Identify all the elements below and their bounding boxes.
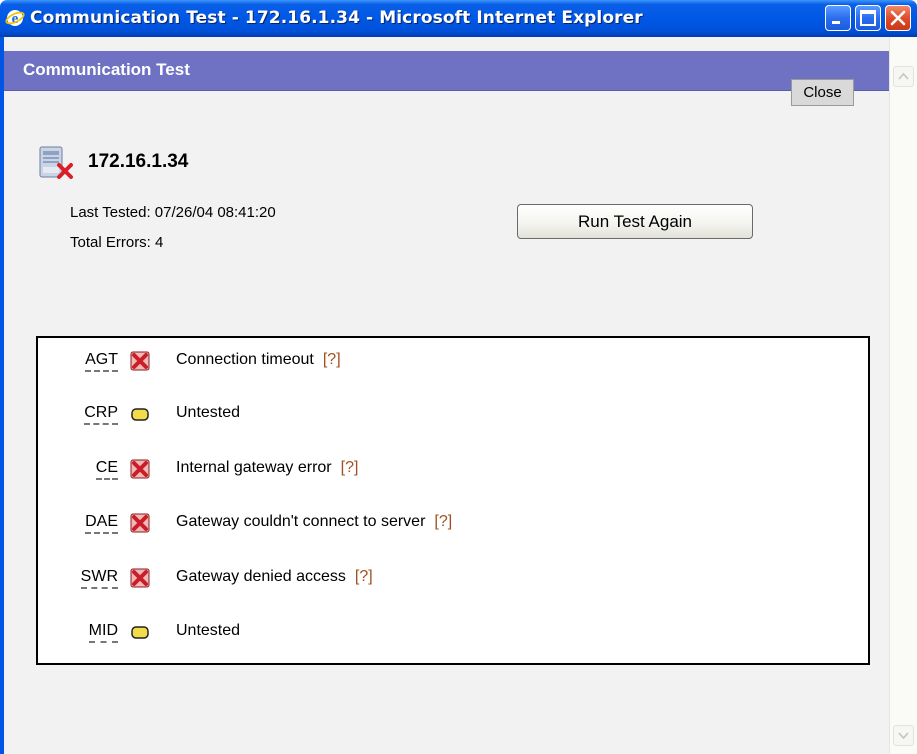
error-x-icon bbox=[130, 568, 150, 588]
result-message: Gateway denied access [?] bbox=[176, 568, 373, 585]
result-code[interactable]: CE bbox=[95, 459, 118, 480]
total-errors: Total Errors: 4 bbox=[70, 234, 164, 251]
result-code[interactable]: AGT bbox=[85, 351, 118, 372]
untested-pill-icon bbox=[131, 626, 149, 639]
close-button[interactable]: Close bbox=[791, 79, 854, 106]
minimize-icon bbox=[832, 21, 840, 24]
result-message: Internal gateway error [?] bbox=[176, 459, 359, 476]
chevron-down-icon bbox=[898, 732, 909, 740]
error-x-icon bbox=[130, 513, 150, 533]
page-content: Communication Test Close 172.16.1.34 Las… bbox=[4, 37, 889, 754]
close-icon bbox=[890, 10, 906, 26]
result-row-crp: CRP Untested bbox=[38, 400, 838, 430]
result-row-ce: CE Internal gateway error [?] bbox=[38, 455, 838, 485]
result-row-mid: MID Untested bbox=[38, 618, 838, 648]
minimize-button[interactable] bbox=[825, 5, 851, 31]
help-link[interactable]: [?] bbox=[434, 513, 452, 530]
run-test-again-button[interactable]: Run Test Again bbox=[517, 204, 753, 239]
internet-explorer-icon: e bbox=[5, 10, 25, 27]
results-panel: AGT Connection timeout [?] CRP Untested C… bbox=[36, 336, 870, 665]
result-code[interactable]: SWR bbox=[80, 568, 118, 589]
error-x-icon bbox=[130, 351, 150, 371]
result-message: Gateway couldn't connect to server [?] bbox=[176, 513, 453, 530]
page-title: Communication Test bbox=[23, 60, 190, 79]
help-link[interactable]: [?] bbox=[323, 351, 341, 368]
page-header: Communication Test bbox=[4, 51, 889, 91]
untested-pill-icon bbox=[131, 408, 149, 421]
result-code[interactable]: DAE bbox=[85, 513, 118, 534]
scroll-down-button[interactable] bbox=[893, 725, 914, 746]
error-x-icon bbox=[130, 459, 150, 479]
maximize-icon bbox=[860, 10, 876, 26]
window-close-button[interactable] bbox=[885, 5, 911, 31]
result-message: Untested bbox=[176, 622, 241, 639]
result-message: Connection timeout [?] bbox=[176, 351, 341, 368]
result-row-agt: AGT Connection timeout [?] bbox=[38, 347, 838, 377]
chevron-up-icon bbox=[898, 72, 909, 80]
help-link[interactable]: [?] bbox=[355, 568, 373, 585]
maximize-button[interactable] bbox=[855, 5, 881, 31]
result-row-dae: DAE Gateway couldn't connect to server [?… bbox=[38, 509, 838, 539]
result-message: Untested bbox=[176, 404, 241, 421]
scroll-up-button[interactable] bbox=[893, 66, 914, 87]
last-tested: Last Tested: 07/26/04 08:41:20 bbox=[70, 204, 276, 221]
help-link[interactable]: [?] bbox=[341, 459, 359, 476]
window-title: Communication Test - 172.16.1.34 - Micro… bbox=[30, 8, 643, 28]
device-ip: 172.16.1.34 bbox=[88, 151, 189, 172]
vertical-scrollbar[interactable] bbox=[889, 37, 917, 754]
server-error-icon bbox=[39, 146, 73, 179]
window-title-bar[interactable]: e Communication Test - 172.16.1.34 - Mic… bbox=[0, 0, 917, 37]
result-row-swr: SWR Gateway denied access [?] bbox=[38, 564, 838, 594]
result-code[interactable]: CRP bbox=[84, 404, 118, 425]
result-code[interactable]: MID bbox=[88, 622, 118, 643]
